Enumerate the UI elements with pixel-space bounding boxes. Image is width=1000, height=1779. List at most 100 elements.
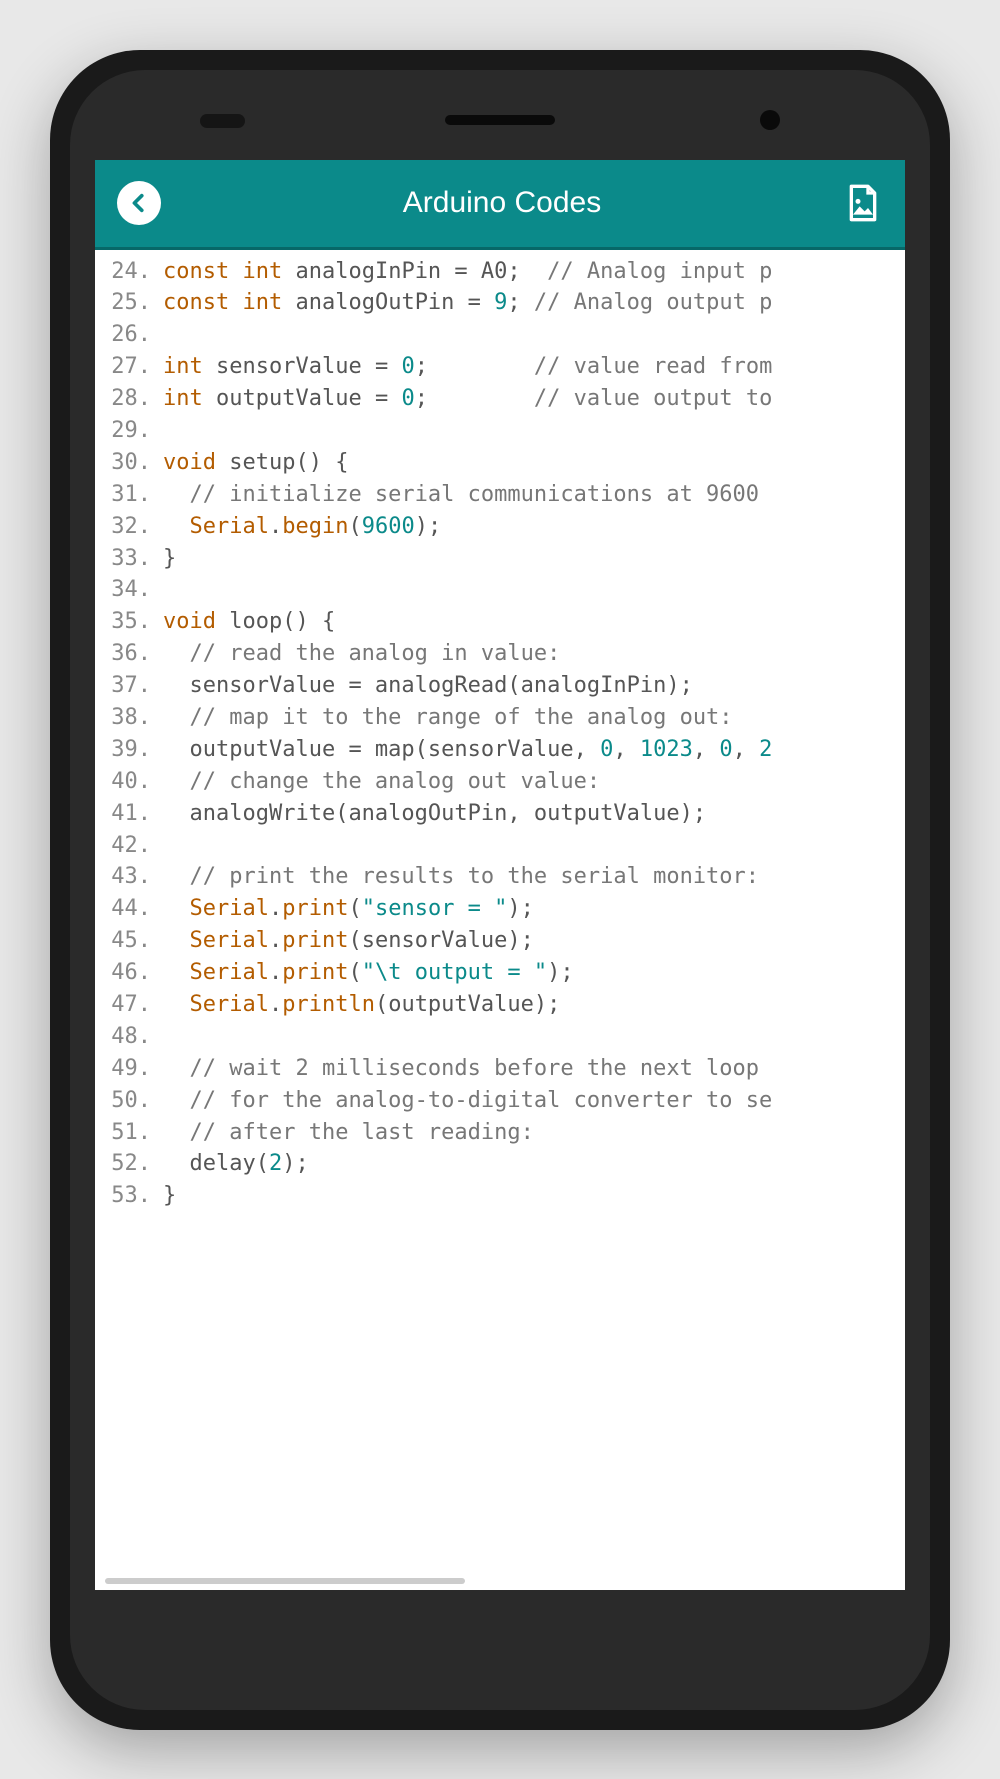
line-content: outputValue = map(sensorValue, 0, 1023, … <box>163 734 772 766</box>
line-content: void setup() { <box>163 447 348 479</box>
line-number: 35. <box>101 606 163 638</box>
line-content: Serial.print("sensor = "); <box>163 893 534 925</box>
line-content: Serial.begin(9600); <box>163 511 441 543</box>
line-number: 47. <box>101 989 163 1021</box>
line-content: const int analogInPin = A0; // Analog in… <box>163 256 772 288</box>
app-header: Arduino Codes <box>95 160 905 250</box>
code-line: 45. Serial.print(sensorValue); <box>101 925 905 957</box>
code-line: 38. // map it to the range of the analog… <box>101 702 905 734</box>
line-number: 49. <box>101 1053 163 1085</box>
code-line: 36. // read the analog in value: <box>101 638 905 670</box>
code-line: 27.int sensorValue = 0; // value read fr… <box>101 351 905 383</box>
line-number: 51. <box>101 1117 163 1149</box>
line-number: 52. <box>101 1148 163 1180</box>
line-content: // initialize serial communications at 9… <box>163 479 772 511</box>
code-lines: 24.const int analogInPin = A0; // Analog… <box>101 256 905 1213</box>
app-screen: Arduino Codes 24.const int analogInPin =… <box>95 160 905 1590</box>
line-content: const int analogOutPin = 9; // Analog ou… <box>163 287 772 319</box>
code-line: 30.void setup() { <box>101 447 905 479</box>
horizontal-scrollbar[interactable] <box>105 1578 465 1584</box>
code-line: 29. <box>101 415 905 447</box>
code-line: 25.const int analogOutPin = 9; // Analog… <box>101 287 905 319</box>
code-line: 39. outputValue = map(sensorValue, 0, 10… <box>101 734 905 766</box>
line-number: 37. <box>101 670 163 702</box>
code-line: 46. Serial.print("\t output = "); <box>101 957 905 989</box>
line-number: 42. <box>101 830 163 862</box>
line-number: 39. <box>101 734 163 766</box>
code-line: 31. // initialize serial communications … <box>101 479 905 511</box>
page-title: Arduino Codes <box>403 186 601 220</box>
line-number: 30. <box>101 447 163 479</box>
code-line: 44. Serial.print("sensor = "); <box>101 893 905 925</box>
chevron-left-icon <box>128 192 150 214</box>
line-content: void loop() { <box>163 606 335 638</box>
line-content: analogWrite(analogOutPin, outputValue); <box>163 798 706 830</box>
code-line: 53.} <box>101 1180 905 1212</box>
code-line: 35.void loop() { <box>101 606 905 638</box>
line-number: 33. <box>101 543 163 575</box>
line-number: 27. <box>101 351 163 383</box>
code-line: 28.int outputValue = 0; // value output … <box>101 383 905 415</box>
line-content: // after the last reading: <box>163 1117 534 1149</box>
line-content: Serial.print(sensorValue); <box>163 925 534 957</box>
code-viewer[interactable]: 24.const int analogInPin = A0; // Analog… <box>95 250 905 1590</box>
line-content: } <box>163 1180 176 1212</box>
code-line: 24.const int analogInPin = A0; // Analog… <box>101 256 905 288</box>
code-line: 51. // after the last reading: <box>101 1117 905 1149</box>
line-number: 40. <box>101 766 163 798</box>
code-line: 33.} <box>101 543 905 575</box>
code-line: 52. delay(2); <box>101 1148 905 1180</box>
line-content: } <box>163 543 176 575</box>
line-number: 26. <box>101 319 163 351</box>
code-line: 26. <box>101 319 905 351</box>
line-number: 32. <box>101 511 163 543</box>
line-content: sensorValue = analogRead(analogInPin); <box>163 670 693 702</box>
image-file-icon <box>843 183 883 223</box>
code-line: 41. analogWrite(analogOutPin, outputValu… <box>101 798 905 830</box>
line-content: // change the analog out value: <box>163 766 600 798</box>
line-content: // print the results to the serial monit… <box>163 861 759 893</box>
line-content: // read the analog in value: <box>163 638 560 670</box>
line-number: 38. <box>101 702 163 734</box>
line-content: // for the analog-to-digital converter t… <box>163 1085 772 1117</box>
line-number: 31. <box>101 479 163 511</box>
line-number: 43. <box>101 861 163 893</box>
line-content: Serial.print("\t output = "); <box>163 957 574 989</box>
phone-sensors <box>200 114 245 128</box>
code-line: 34. <box>101 574 905 606</box>
phone-camera <box>760 110 780 130</box>
line-number: 46. <box>101 957 163 989</box>
line-content: int outputValue = 0; // value output to <box>163 383 772 415</box>
line-number: 24. <box>101 256 163 288</box>
line-number: 34. <box>101 574 163 606</box>
line-number: 53. <box>101 1180 163 1212</box>
code-line: 48. <box>101 1021 905 1053</box>
code-line: 50. // for the analog-to-digital convert… <box>101 1085 905 1117</box>
code-line: 42. <box>101 830 905 862</box>
code-line: 32. Serial.begin(9600); <box>101 511 905 543</box>
line-content: Serial.println(outputValue); <box>163 989 560 1021</box>
line-number: 25. <box>101 287 163 319</box>
code-line: 37. sensorValue = analogRead(analogInPin… <box>101 670 905 702</box>
line-content: int sensorValue = 0; // value read from <box>163 351 772 383</box>
back-button[interactable] <box>117 181 161 225</box>
code-line: 43. // print the results to the serial m… <box>101 861 905 893</box>
line-number: 41. <box>101 798 163 830</box>
line-content: // map it to the range of the analog out… <box>163 702 733 734</box>
code-line: 49. // wait 2 milliseconds before the ne… <box>101 1053 905 1085</box>
line-number: 44. <box>101 893 163 925</box>
line-content: // wait 2 milliseconds before the next l… <box>163 1053 772 1085</box>
image-button[interactable] <box>843 183 883 223</box>
phone-bezel: Arduino Codes 24.const int analogInPin =… <box>70 70 930 1710</box>
phone-speaker <box>445 115 555 125</box>
code-line: 47. Serial.println(outputValue); <box>101 989 905 1021</box>
line-number: 28. <box>101 383 163 415</box>
line-number: 29. <box>101 415 163 447</box>
code-line: 40. // change the analog out value: <box>101 766 905 798</box>
phone-frame: Arduino Codes 24.const int analogInPin =… <box>50 50 950 1730</box>
line-content: delay(2); <box>163 1148 309 1180</box>
line-number: 50. <box>101 1085 163 1117</box>
line-number: 36. <box>101 638 163 670</box>
line-number: 48. <box>101 1021 163 1053</box>
line-number: 45. <box>101 925 163 957</box>
